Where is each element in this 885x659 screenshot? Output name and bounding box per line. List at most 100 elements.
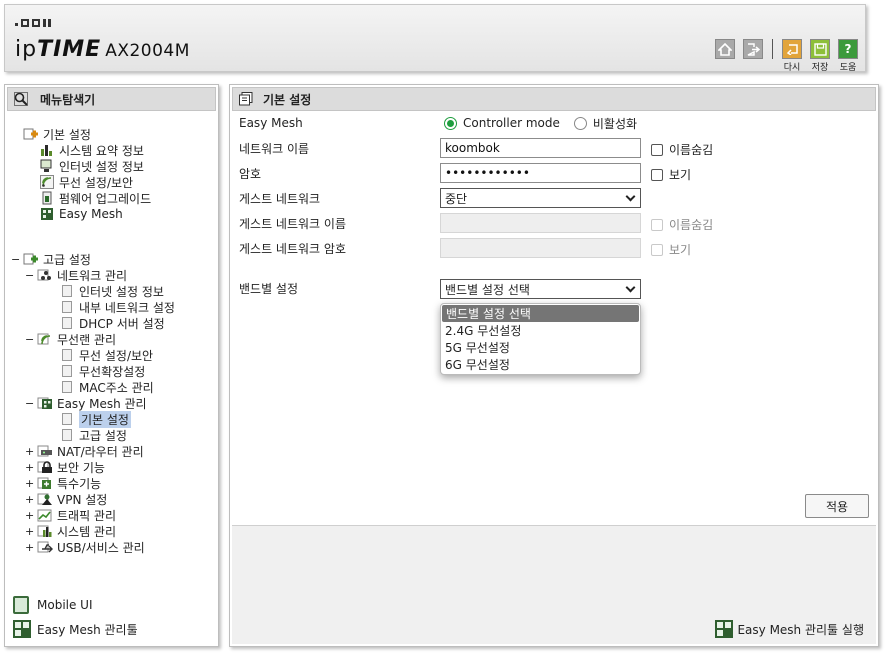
checkbox[interactable] [651, 168, 663, 181]
help-icon: ? [838, 39, 858, 59]
checkbox[interactable] [651, 243, 663, 256]
tree-item-dhcp-settings[interactable]: DHCP 서버 설정 [59, 315, 165, 331]
magnifier-icon [14, 92, 28, 106]
tree-wireless-management[interactable]: − 무선랜 관리 [25, 331, 116, 347]
wifi-icon [37, 332, 53, 346]
tree-advanced-settings[interactable]: − 고급 설정 [11, 251, 91, 267]
show-password-checkbox[interactable]: 보기 [651, 166, 691, 183]
expand-icon: + [25, 508, 35, 522]
tree-traffic-management[interactable]: + 트래픽 관리 [25, 507, 116, 523]
bar-chart-icon [37, 524, 53, 538]
guest-password-input[interactable] [440, 238, 641, 258]
tree-item-lan-settings[interactable]: 내부 네트워크 설정 [59, 299, 175, 315]
easy-mesh-tool-link[interactable]: Easy Mesh 관리툴 [13, 620, 138, 638]
logout-icon [743, 39, 763, 59]
tree-label: 내부 네트워크 설정 [79, 300, 175, 315]
easy-mesh-label: Easy Mesh [239, 116, 303, 130]
home-button[interactable] [714, 39, 736, 59]
tree-label: 기본 설정 [43, 127, 91, 142]
tree-system-management[interactable]: + 시스템 관리 [25, 523, 116, 539]
apply-button[interactable]: 적용 [805, 494, 869, 518]
tree-easy-mesh-management[interactable]: − Easy Mesh 관리 [25, 395, 147, 411]
checkbox-label: 보기 [669, 168, 692, 182]
brand-logo: ip TIME AX2004M [15, 37, 190, 62]
tree-label: 무선 설정/보안 [59, 175, 134, 190]
tree-item-wireless-security[interactable]: 무선 설정/보안 [39, 174, 133, 190]
tree-label: USB/서비스 관리 [57, 540, 145, 555]
password-label: 암호 [239, 166, 262, 181]
tree-usb-services[interactable]: + USB/서비스 관리 [25, 539, 145, 555]
tree-label: VPN 설정 [57, 492, 108, 507]
tree-label: 무선확장설정 [79, 364, 146, 379]
collapse-icon: − [25, 396, 35, 410]
tree-label: 특수기능 [57, 476, 102, 491]
tree-nat-router[interactable]: + NAT/라우터 관리 [25, 443, 144, 459]
page-icon [59, 428, 75, 442]
radio-label: Controller mode [463, 116, 560, 130]
chevron-down-icon [625, 191, 636, 201]
easy-mesh-icon [39, 207, 55, 221]
guest-hide-name-checkbox[interactable]: 이름숨김 [651, 216, 713, 233]
tree-label: 고급 설정 [43, 252, 91, 267]
tree-special-features[interactable]: + 특수기능 [25, 475, 101, 491]
dropdown-option[interactable]: 밴드별 설정 선택 [442, 305, 639, 322]
tree-label: 네트워크 관리 [57, 268, 128, 283]
checkbox[interactable] [651, 218, 663, 231]
dropdown-option[interactable]: 2.4G 무선설정 [441, 322, 640, 339]
network-name-input[interactable] [440, 138, 641, 158]
monitor-icon [39, 159, 55, 173]
tree-basic-settings[interactable]: 기본 설정 [23, 126, 91, 142]
tree-item-mesh-basic-settings[interactable]: 기본 설정 [59, 410, 131, 428]
tree-network-management[interactable]: − 네트워크 관리 [25, 267, 127, 283]
tree-item-wireless-security-adv[interactable]: 무선 설정/보안 [59, 347, 153, 363]
logout-button[interactable] [742, 39, 764, 59]
help-button[interactable]: ? 도움 [837, 39, 859, 73]
save-button[interactable]: 저장 [809, 39, 831, 73]
radio-disable[interactable]: 비활성화 [573, 115, 638, 132]
radio-label: 비활성화 [592, 116, 638, 131]
checkbox[interactable] [651, 143, 663, 156]
tree-item-system-summary[interactable]: 시스템 요약 정보 [39, 142, 144, 158]
tree-item-wireless-extension[interactable]: 무선확장설정 [59, 363, 145, 379]
tree-label: 펌웨어 업그레이드 [59, 191, 152, 206]
reload-button[interactable]: 다시 [781, 39, 803, 73]
tree-item-mac-management[interactable]: MAC주소 관리 [59, 379, 154, 395]
collapse-icon: − [11, 252, 21, 266]
password-row: 암호 [239, 163, 439, 183]
radio-button-selected[interactable] [444, 116, 457, 130]
usb-icon [37, 540, 53, 554]
tree-security[interactable]: + 보안 기능 [25, 459, 105, 475]
folder-plus-green-icon [23, 252, 39, 266]
checkbox-label: 이름숨김 [669, 218, 714, 232]
guest-network-row: 게스트 네트워크 [239, 188, 439, 208]
tree-vpn-settings[interactable]: + VPN 설정 [25, 491, 107, 507]
guest-network-select[interactable]: 중단 [440, 188, 641, 208]
tree-item-internet-info[interactable]: 인터넷 설정 정보 [39, 158, 144, 174]
radio-button[interactable] [573, 116, 587, 130]
run-easy-mesh-tool-link[interactable]: Easy Mesh 관리툴 실행 [715, 620, 864, 638]
mobile-ui-link[interactable]: Mobile UI [13, 596, 93, 614]
lock-icon [37, 460, 53, 474]
bottom-area: Easy Mesh 관리툴 실행 [232, 525, 876, 644]
guest-show-password-checkbox[interactable]: 보기 [651, 241, 691, 258]
settings-panel-header: 기본 설정 [232, 87, 876, 111]
band-settings-row: 밴드별 설정 [239, 278, 439, 298]
band-settings-select[interactable]: 밴드별 설정 선택 [440, 279, 641, 299]
guest-name-label: 게스트 네트워크 이름 [239, 216, 346, 231]
tree-item-internet-settings[interactable]: 인터넷 설정 정보 [59, 283, 164, 299]
tree-label: 무선 설정/보안 [79, 348, 154, 363]
tree-item-mesh-advanced-settings[interactable]: 고급 설정 [59, 427, 127, 443]
page-icon [59, 380, 75, 394]
dropdown-option[interactable]: 6G 무선설정 [441, 356, 640, 373]
guest-name-row: 게스트 네트워크 이름 [239, 213, 439, 233]
guest-name-input[interactable] [440, 213, 641, 233]
dropdown-option[interactable]: 5G 무선설정 [441, 339, 640, 356]
password-input[interactable] [440, 163, 641, 183]
tree-item-firmware-upgrade[interactable]: 펌웨어 업그레이드 [39, 190, 151, 206]
tree-label: 인터넷 설정 정보 [59, 159, 144, 174]
page-icon [59, 316, 75, 330]
tree-label: 보안 기능 [57, 460, 105, 475]
radio-controller-mode[interactable]: Controller mode [444, 116, 560, 130]
tree-item-easy-mesh[interactable]: Easy Mesh [39, 206, 123, 222]
hide-name-checkbox[interactable]: 이름숨김 [651, 141, 713, 158]
